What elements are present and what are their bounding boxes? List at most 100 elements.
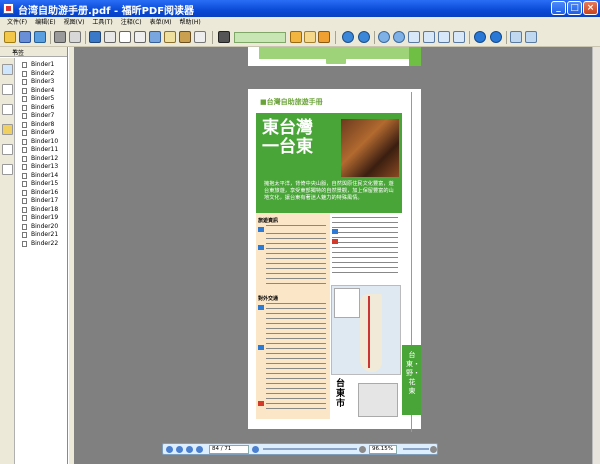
- menu-tools[interactable]: 工具(T): [88, 17, 116, 28]
- info-icon: [258, 245, 264, 250]
- taitung-map: [331, 285, 401, 375]
- fit-page-icon[interactable]: [423, 31, 435, 43]
- pages-tab-icon[interactable]: [2, 84, 13, 95]
- bookmark-item[interactable]: Binder6: [18, 104, 68, 113]
- menu-edit[interactable]: 编辑(E): [31, 17, 59, 28]
- layers-tab-icon[interactable]: [2, 104, 13, 115]
- zoom-in-small-icon[interactable]: [430, 446, 437, 453]
- signatures-tab-icon[interactable]: [2, 164, 13, 175]
- rotate-icon[interactable]: [453, 31, 465, 43]
- bookmark-item[interactable]: Binder4: [18, 87, 68, 96]
- search-input[interactable]: [234, 32, 286, 43]
- document-icon: [22, 70, 27, 77]
- bookmark-item[interactable]: Binder21: [18, 231, 68, 240]
- bookmark-item[interactable]: Binder9: [18, 129, 68, 138]
- zoom-field[interactable]: 96.15%: [369, 445, 397, 454]
- zoom-out-small-icon[interactable]: [359, 446, 366, 453]
- bookmarks-tab-icon[interactable]: [2, 64, 13, 75]
- panel-close-button[interactable]: ×: [12, 48, 64, 55]
- bookmark-item[interactable]: Binder15: [18, 180, 68, 189]
- prev-page-button-icon[interactable]: [176, 446, 183, 453]
- page-number-tab: [326, 58, 346, 64]
- continuous-page-icon[interactable]: [525, 31, 537, 43]
- previous-view-icon[interactable]: [304, 31, 316, 43]
- last-page-icon[interactable]: [252, 446, 259, 453]
- forward-arrow-icon[interactable]: [358, 31, 370, 43]
- print-icon[interactable]: [54, 31, 66, 43]
- email-icon[interactable]: [69, 31, 81, 43]
- page-number-field[interactable]: 84 / 71: [209, 445, 249, 454]
- bookmark-item[interactable]: Binder5: [18, 95, 68, 104]
- menu-help[interactable]: 帮助(H): [176, 17, 205, 28]
- page-slider[interactable]: [263, 448, 357, 450]
- snapshot-icon[interactable]: [149, 31, 161, 43]
- bookmark-item[interactable]: Binder8: [18, 121, 68, 130]
- minimize-button[interactable]: _: [551, 1, 566, 15]
- prev-page-icon[interactable]: [474, 31, 486, 43]
- bookmark-item[interactable]: Binder11: [18, 146, 68, 155]
- bookmark-item[interactable]: Binder1: [18, 61, 68, 70]
- attachments-tab-icon[interactable]: [2, 144, 13, 155]
- bookmark-item[interactable]: Binder17: [18, 197, 68, 206]
- vertical-scrollbar[interactable]: [592, 47, 600, 464]
- zoom-out-icon[interactable]: [378, 31, 390, 43]
- fullscreen-icon[interactable]: [89, 31, 101, 43]
- cursor-icon[interactable]: [134, 31, 146, 43]
- maximize-button[interactable]: □: [567, 1, 582, 15]
- zoom-in-icon[interactable]: [393, 31, 405, 43]
- bookmark-item[interactable]: Binder20: [18, 223, 68, 232]
- bookmark-list: Binder1 Binder2 Binder3 Binder4 Binder5 …: [18, 61, 68, 248]
- document-icon: [22, 232, 27, 238]
- typewriter-icon[interactable]: [164, 31, 176, 43]
- bookmark-item[interactable]: Binder12: [18, 155, 68, 164]
- bookmark-item[interactable]: Binder16: [18, 189, 68, 198]
- document-icon: [22, 155, 27, 162]
- title-bar: 台湾自助游手册.pdf - 福昕PDF阅读器 _ □ ×: [0, 0, 600, 17]
- transport-icon: [258, 305, 264, 310]
- bookmark-item[interactable]: Binder3: [18, 78, 68, 87]
- first-page-icon[interactable]: [166, 446, 173, 453]
- document-icon: [22, 113, 27, 119]
- toolbar-separator: [85, 31, 86, 44]
- bookmark-item[interactable]: Binder22: [18, 240, 68, 249]
- document-icon: [22, 240, 27, 247]
- map-city-label: 台東市: [336, 379, 346, 409]
- page-header-text: ■台灣自助旅遊手冊: [260, 98, 323, 106]
- menu-forms[interactable]: 表单(M): [146, 17, 176, 28]
- single-page-icon[interactable]: [510, 31, 522, 43]
- transport-icon: [258, 401, 264, 406]
- bookmark-item[interactable]: Binder2: [18, 70, 68, 79]
- bookmark-item[interactable]: Binder13: [18, 163, 68, 172]
- close-button[interactable]: ×: [583, 1, 598, 15]
- bookmark-item[interactable]: Binder7: [18, 112, 68, 121]
- bookmark-item[interactable]: Binder18: [18, 206, 68, 215]
- contact-icon: [332, 239, 338, 244]
- bookmark-item[interactable]: Binder19: [18, 214, 68, 223]
- bookmark-item[interactable]: Binder10: [18, 138, 68, 147]
- zoom-slider[interactable]: [403, 448, 429, 450]
- save-icon[interactable]: [19, 31, 31, 43]
- menu-comments[interactable]: 注释(C): [117, 17, 146, 28]
- foxit-app-icon[interactable]: [3, 3, 14, 14]
- document-icon: [22, 198, 27, 204]
- play-icon[interactable]: [186, 446, 193, 453]
- pencil-icon[interactable]: [194, 31, 206, 43]
- go-to-page-icon[interactable]: [290, 31, 302, 43]
- actual-size-icon[interactable]: [408, 31, 420, 43]
- open-folder-icon[interactable]: [4, 31, 16, 43]
- next-page-button-icon[interactable]: [196, 446, 203, 453]
- document-icon: [22, 96, 27, 102]
- hand-tool-icon[interactable]: [104, 31, 116, 43]
- bookmark-item[interactable]: Binder14: [18, 172, 68, 181]
- find-icon[interactable]: [218, 31, 230, 43]
- menu-view[interactable]: 视图(V): [60, 17, 89, 28]
- menu-file[interactable]: 文件(F): [0, 17, 31, 28]
- bookmark-tool-icon[interactable]: [318, 31, 330, 43]
- fit-width-icon[interactable]: [438, 31, 450, 43]
- select-text-icon[interactable]: [119, 31, 131, 43]
- stamp-icon[interactable]: [179, 31, 191, 43]
- next-page-icon[interactable]: [490, 31, 502, 43]
- save-as-icon[interactable]: [34, 31, 46, 43]
- back-arrow-icon[interactable]: [342, 31, 354, 43]
- comments-tab-icon[interactable]: [2, 124, 13, 135]
